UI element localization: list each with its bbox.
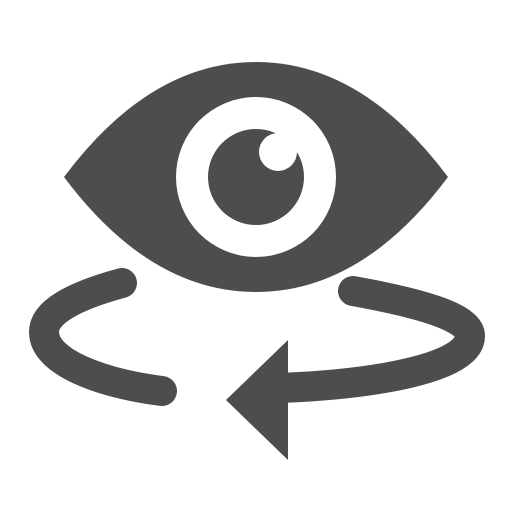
rotation-arc-right (265, 276, 486, 403)
pupil-highlight (259, 133, 297, 171)
rotation-arc-left (28, 268, 177, 406)
arrowhead (226, 340, 288, 460)
eye-icon (64, 62, 448, 292)
icon-canvas (0, 0, 512, 512)
rotation-arrow-icon (28, 268, 486, 460)
eye-rotate-icon (28, 62, 486, 460)
